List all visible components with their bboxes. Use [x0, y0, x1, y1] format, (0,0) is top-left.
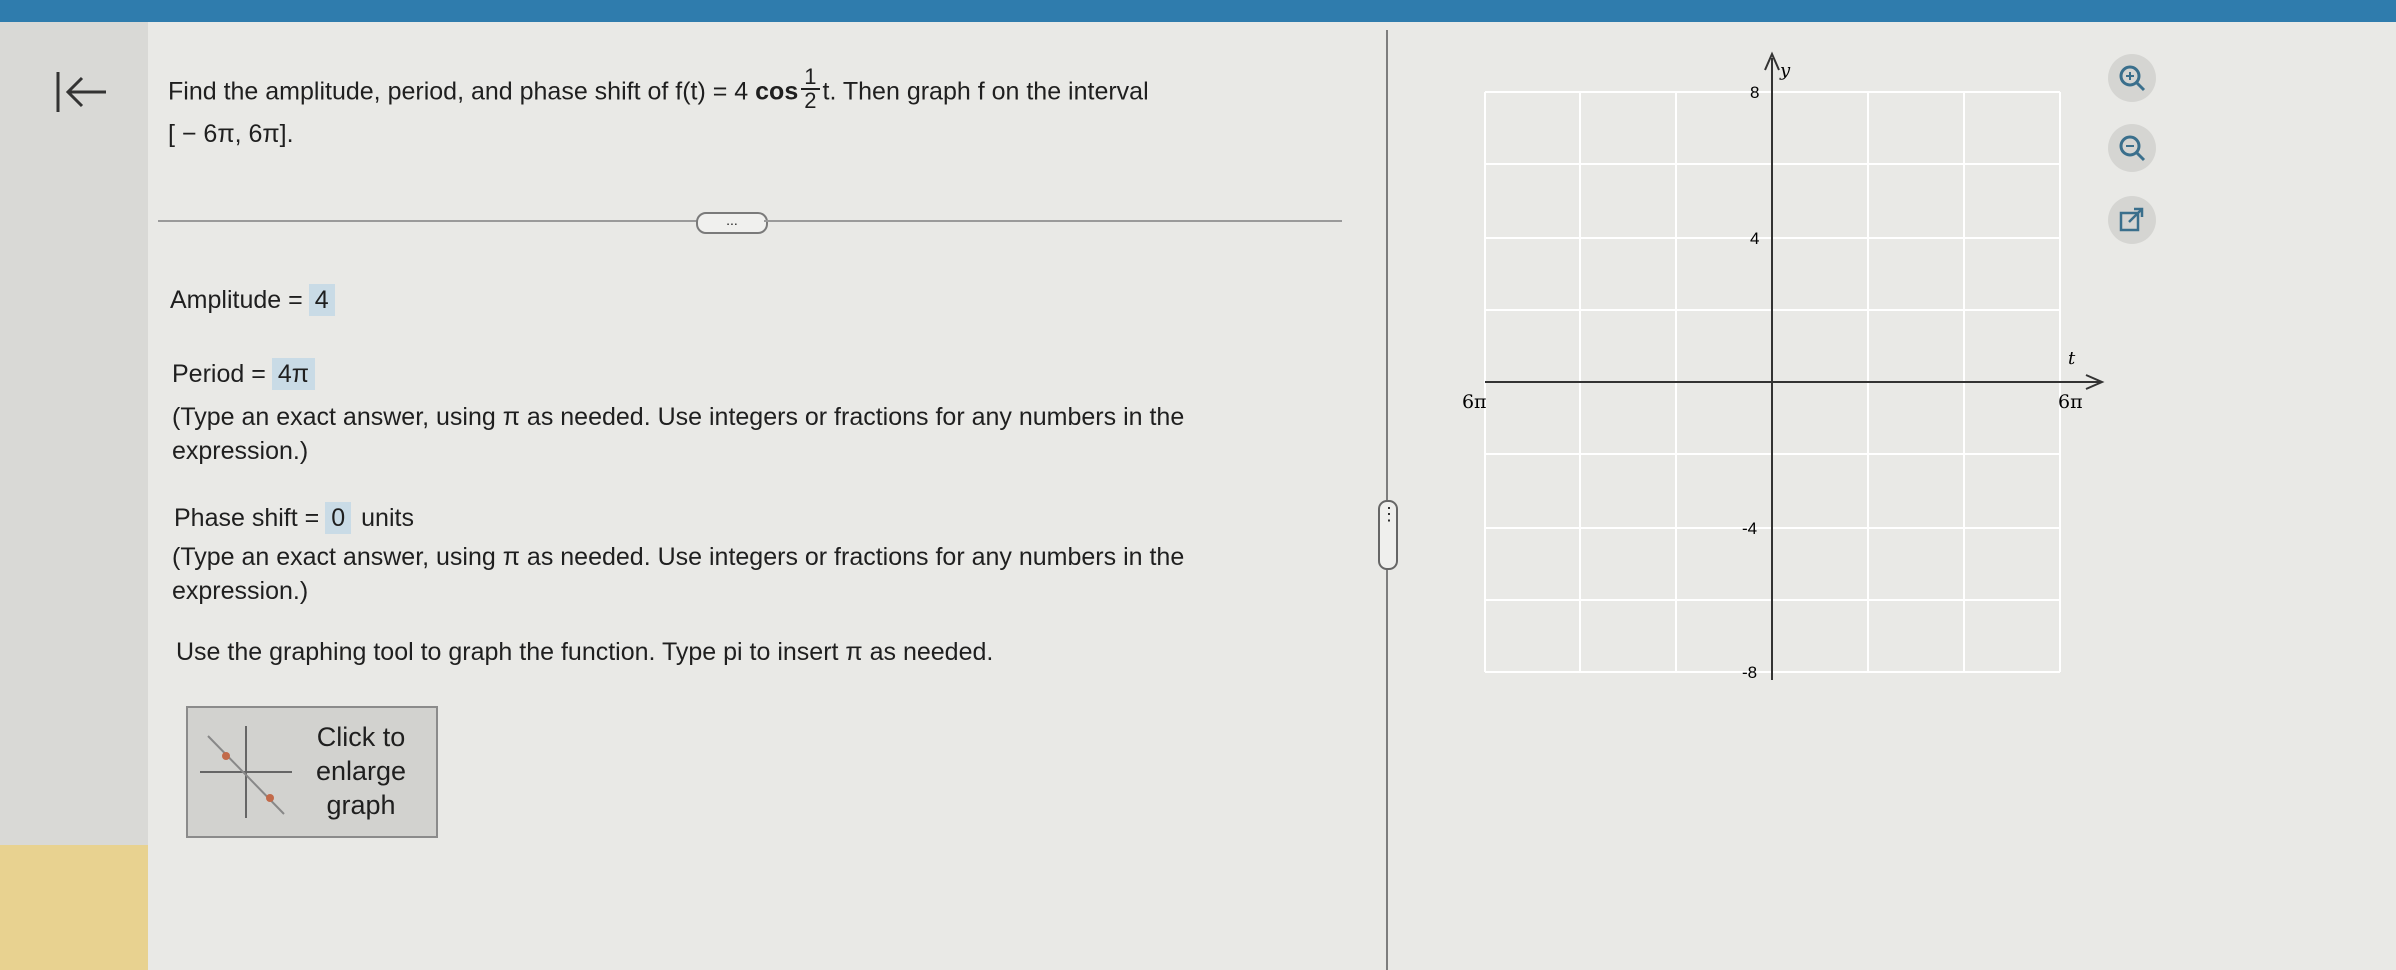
graph-area[interactable]: y t − 6π 6π 8 4 -4 -8 — [1460, 40, 2120, 680]
fraction-numerator: 1 — [801, 66, 820, 90]
divider — [764, 220, 1342, 222]
question-cos: cos — [755, 77, 799, 106]
left-panel — [0, 22, 148, 970]
x-min-label: − 6π — [1460, 391, 1487, 413]
period-row: Period = 4π — [172, 358, 325, 390]
zoom-in-icon — [2119, 65, 2146, 92]
show-more-button[interactable]: ... — [696, 212, 768, 234]
phase-shift-unit: units — [361, 504, 414, 532]
amplitude-row: Amplitude = 4 — [170, 284, 345, 316]
phase-shift-hint: (Type an exact answer, using π as needed… — [172, 543, 1185, 605]
x-axis-label: t — [2068, 348, 2076, 369]
y-tick-label: -4 — [1742, 519, 1757, 538]
panel-splitter-handle[interactable]: ⋮ — [1378, 500, 1398, 570]
fraction-denominator: 2 — [804, 88, 817, 113]
top-bar — [0, 0, 2396, 22]
y-tick-label: 8 — [1750, 83, 1759, 102]
zoom-out-icon — [2119, 135, 2146, 162]
phase-shift-label: Phase shift = — [174, 504, 320, 532]
divider — [158, 220, 698, 222]
y-tick-label: -8 — [1742, 663, 1757, 680]
external-link-icon — [2119, 207, 2144, 232]
amplitude-answer[interactable]: 4 — [308, 284, 335, 316]
period-label: Period = — [172, 360, 266, 388]
question-fraction: 12 — [801, 66, 820, 113]
question-text: Find the amplitude, period, and phase sh… — [168, 66, 1368, 152]
open-external-button[interactable] — [2108, 196, 2156, 244]
arrow-left-bar-icon — [56, 72, 106, 112]
collapse-panel-button[interactable] — [52, 68, 112, 118]
enlarge-graph-label: Click to enlarge graph — [315, 722, 407, 820]
zoom-out-button[interactable] — [2108, 124, 2156, 172]
enlarge-graph-button[interactable]: Click to enlarge graph — [186, 706, 438, 838]
phase-shift-answer[interactable]: 0 — [325, 502, 352, 534]
left-panel-accent — [0, 845, 148, 970]
question-suffix: t. Then graph f on the interval — [822, 77, 1149, 106]
y-tick-label: 4 — [1750, 229, 1759, 248]
question-interval: [ − 6π, 6π]. — [168, 120, 294, 148]
zoom-in-button[interactable] — [2108, 54, 2156, 102]
period-answer[interactable]: 4π — [271, 358, 315, 390]
y-axis-label: y — [1779, 60, 1791, 81]
period-hint: (Type an exact answer, using π as needed… — [172, 403, 1185, 465]
x-max-label: 6π — [2058, 391, 2083, 413]
instruction-text: Use the graphing tool to graph the funct… — [176, 638, 994, 666]
amplitude-label: Amplitude = — [170, 286, 303, 314]
graph-thumbnail-icon — [200, 726, 292, 818]
phase-shift-row: Phase shift = 0 units — [174, 502, 414, 534]
question-prefix: Find the amplitude, period, and phase sh… — [168, 77, 749, 106]
